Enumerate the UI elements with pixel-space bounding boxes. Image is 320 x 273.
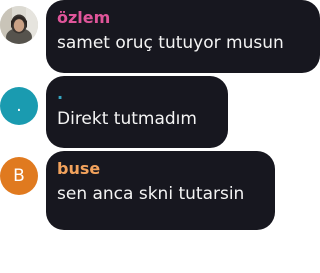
message-text: sen anca skni tutarsin	[57, 184, 245, 204]
user-avatar[interactable]: .	[0, 87, 38, 125]
message-text: Direkt tutmadım	[57, 109, 197, 129]
message-row: özlem samet oruç tutuyor musun	[0, 0, 320, 75]
message-bubble[interactable]: özlem samet oruç tutuyor musun	[46, 0, 320, 73]
message-text: samet oruç tutuyor musun	[57, 33, 284, 53]
user-photo-icon	[0, 6, 38, 44]
message-bubble[interactable]: . Direkt tutmadım	[46, 76, 228, 148]
message-bubble[interactable]: buse sen anca skni tutarsin	[46, 151, 275, 230]
message-row: . . Direkt tutmadım	[0, 76, 320, 151]
message-row: B buse sen anca skni tutarsin	[0, 151, 320, 231]
user-avatar[interactable]: B	[0, 157, 38, 195]
user-photo-avatar[interactable]	[0, 6, 38, 44]
sender-name[interactable]: .	[57, 84, 217, 103]
sender-name[interactable]: buse	[57, 159, 264, 178]
avatar-initial: B	[13, 166, 25, 186]
sender-name[interactable]: özlem	[57, 8, 309, 27]
avatar-initial: .	[16, 96, 22, 116]
